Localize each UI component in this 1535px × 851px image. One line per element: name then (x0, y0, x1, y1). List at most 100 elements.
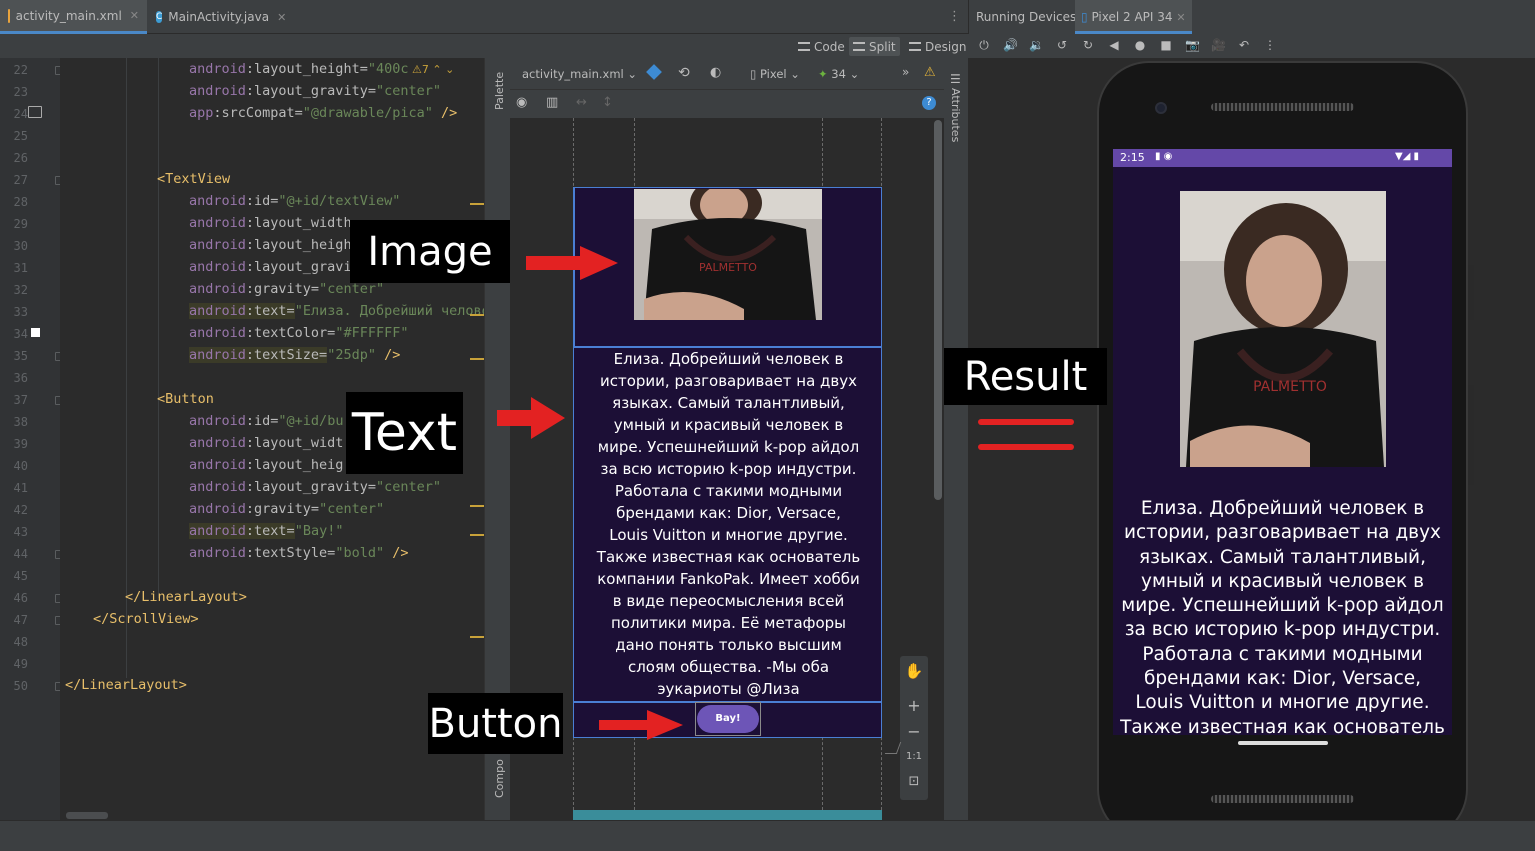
volume-down-icon[interactable]: 🔉 (1029, 38, 1044, 52)
line-number: 30 (13, 239, 28, 253)
warning-marker[interactable] (470, 358, 484, 360)
attributes-tab[interactable]: Attributes (949, 88, 962, 142)
horizontal-resize-icon[interactable]: ↔ (576, 95, 587, 110)
orientation-icon[interactable]: ⟲ (678, 65, 690, 81)
volume-up-icon[interactable]: 🔊 (1003, 38, 1018, 52)
warning-icon: ⚠ (412, 63, 422, 76)
preview-text-line: мире. Успешнейший k-pop айдол (597, 438, 860, 456)
preview-text-line: Louis Vuitton и многие другие. (609, 526, 848, 544)
back-icon[interactable]: ◀ (1107, 38, 1121, 52)
component-tree-tab[interactable]: Compo (493, 759, 506, 798)
rotate-right-icon[interactable]: ↻ (1081, 38, 1095, 52)
warning-marker[interactable] (470, 203, 484, 205)
horizontal-scrollbar[interactable] (66, 812, 108, 819)
device-text-view: Елиза. Добрейший человек в истории, разго… (1113, 497, 1452, 735)
code-mode-button[interactable]: Code (794, 37, 849, 56)
warning-marker[interactable] (470, 505, 484, 507)
preview-text-line: Также известная как основатель (596, 548, 861, 566)
layout-file-label: activity_main.xml (522, 67, 624, 81)
warning-count[interactable]: ⚠7 ⌃ ⌄ (412, 63, 454, 76)
emulator-toolbar (968, 34, 1535, 58)
design-mode-button[interactable]: Design (905, 37, 970, 56)
warning-icon[interactable]: ⚠ (924, 65, 936, 80)
code-token: :layout_height= (245, 61, 368, 77)
device-text-line: языках. Самый талантливый, (1139, 546, 1426, 568)
pan-hand-icon[interactable]: ✋ (900, 662, 928, 680)
code-line: android:text="Bay!" (189, 523, 343, 539)
vertical-resize-icon[interactable]: ↕ (602, 95, 613, 110)
java-class-icon: C (156, 11, 163, 23)
warning-marker[interactable] (470, 534, 484, 536)
more-icon[interactable]: ⋮ (1263, 38, 1277, 52)
night-mode-icon[interactable]: ◐ (710, 65, 721, 80)
device-text-line: истории, разговаривает на двух (1124, 522, 1441, 544)
photo-image: PALMETTO (1180, 191, 1386, 467)
code-token: :layout_heig (245, 457, 344, 473)
code-token: :srcCompat= (213, 105, 303, 121)
device-text-line: Елиза. Добрейший человек в (1140, 498, 1425, 519)
code-token: android (189, 523, 246, 539)
split-mode-button[interactable]: Split (849, 37, 900, 56)
overview-icon[interactable]: ■ (1159, 38, 1173, 52)
close-icon[interactable]: ✕ (277, 11, 286, 24)
attributes-icon: ☰ (950, 72, 961, 86)
code-token: :layout_gravity= (245, 83, 376, 99)
code-token: :textSize= (245, 347, 328, 363)
sd-card-icon: ▮ ◉ (1155, 151, 1173, 162)
front-camera-icon (1155, 102, 1167, 114)
zoom-fit-icon[interactable]: ⊡ (900, 774, 928, 789)
power-icon[interactable]: ⏻ (977, 38, 991, 52)
code-token: "center" (319, 501, 385, 517)
code-line: android:layout_height="400c (189, 61, 408, 77)
tab-main-activity[interactable]: C MainActivity.java ✕ (148, 0, 288, 34)
home-indicator[interactable] (1238, 741, 1328, 745)
preview-text-view[interactable]: Елиза. Добрейший человек в истории, разго… (577, 348, 880, 700)
zoom-actual-size-button[interactable]: 1:1 (900, 751, 928, 762)
code-token: :id= (245, 413, 279, 429)
layers-icon[interactable] (646, 64, 662, 80)
zoom-in-button[interactable]: + (900, 696, 928, 715)
code-line: android:layout_heigh (189, 237, 352, 253)
device-tab[interactable]: ▯ Pixel 2 API 34 ✕ (1075, 0, 1192, 34)
tab-activity-main[interactable]: activity_main.xml ✕ (0, 0, 147, 34)
screenshot-icon[interactable]: 📷 (1185, 38, 1200, 52)
button-arrow (599, 710, 683, 740)
code-token: /> (384, 545, 409, 561)
preview-text-line: языках. Самый талантливый, (612, 394, 845, 412)
canvas-scrollbar[interactable] (934, 120, 942, 500)
more-icon[interactable]: ⋮ (948, 9, 961, 24)
preview-button[interactable]: Bay! (697, 705, 759, 733)
code-line: <Button (157, 391, 214, 407)
overflow-icon[interactable]: » (902, 65, 909, 79)
code-token: android (189, 193, 246, 209)
zoom-out-button[interactable]: − (900, 722, 928, 741)
close-icon[interactable]: ✕ (1176, 11, 1185, 24)
snapshot-icon[interactable]: ↶ (1237, 38, 1251, 52)
record-icon[interactable]: 🎥 (1211, 38, 1226, 52)
close-icon[interactable]: ✕ (130, 9, 139, 22)
code-line: android:layout_gravity="center" (189, 479, 441, 495)
warning-marker[interactable] (470, 314, 484, 316)
code-token: "center" (375, 83, 441, 99)
margin-icon[interactable]: ▥ (546, 95, 558, 110)
palette-tab[interactable]: Palette (493, 72, 506, 110)
warning-marker[interactable] (470, 636, 484, 638)
line-number: 25 (13, 129, 28, 143)
rotate-left-icon[interactable]: ↺ (1055, 38, 1069, 52)
device-select[interactable]: ▯ Pixel ⌄ (750, 67, 800, 81)
home-icon[interactable]: ● (1133, 38, 1147, 52)
code-token: :layout_gravity= (245, 479, 376, 495)
view-mode-bar: Code Split Design (0, 34, 968, 58)
line-number: 40 (13, 459, 28, 473)
code-token: "25dp" (327, 347, 376, 363)
code-token: "#FFFFFF" (335, 325, 409, 341)
preview-text-line: слоям общества. -Мы оба (627, 658, 830, 676)
layout-file-select[interactable]: activity_main.xml ⌄ (522, 67, 637, 81)
line-number: 28 (13, 195, 28, 209)
help-icon[interactable]: ? (922, 96, 936, 110)
api-select[interactable]: ✦ 34 ⌄ (818, 67, 859, 81)
code-token: android (189, 215, 246, 231)
eye-icon[interactable]: ◉ (516, 95, 527, 110)
code-line: android:layout_gravi (189, 259, 352, 275)
device-screen[interactable]: 2:15 ▮ ◉ ▼◢ ▮ PALMETTO Елиза. Добрейший … (1113, 149, 1452, 735)
